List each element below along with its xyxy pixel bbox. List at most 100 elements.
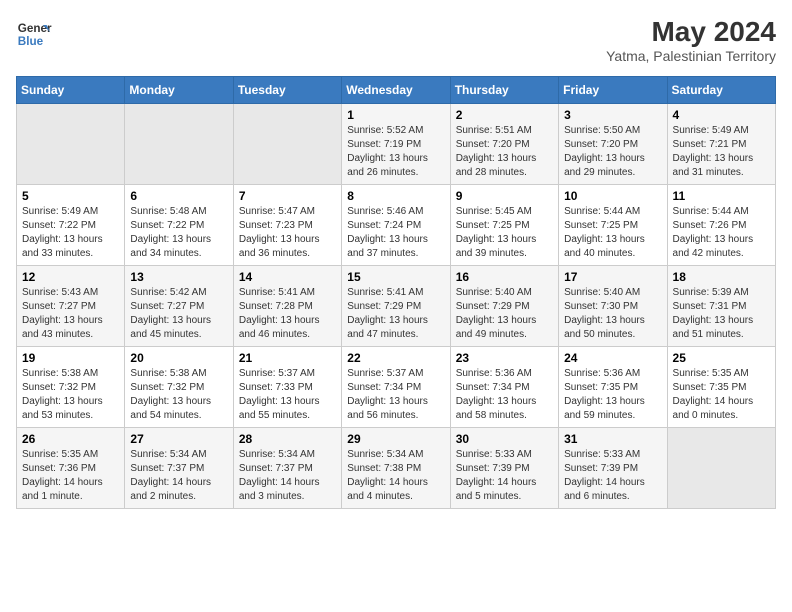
day-info: Sunrise: 5:34 AM Sunset: 7:37 PM Dayligh… <box>130 448 227 504</box>
day-info: Sunrise: 5:49 AM Sunset: 7:21 PM Dayligh… <box>673 124 770 180</box>
day-info: Sunrise: 5:44 AM Sunset: 7:25 PM Dayligh… <box>564 205 661 261</box>
day-number: 2 <box>456 108 553 122</box>
day-number: 15 <box>347 270 444 284</box>
day-number: 23 <box>456 351 553 365</box>
calendar-cell: 26Sunrise: 5:35 AM Sunset: 7:36 PM Dayli… <box>17 428 125 509</box>
day-number: 8 <box>347 189 444 203</box>
day-info: Sunrise: 5:42 AM Sunset: 7:27 PM Dayligh… <box>130 286 227 342</box>
day-number: 29 <box>347 432 444 446</box>
day-info: Sunrise: 5:48 AM Sunset: 7:22 PM Dayligh… <box>130 205 227 261</box>
day-info: Sunrise: 5:34 AM Sunset: 7:37 PM Dayligh… <box>239 448 336 504</box>
calendar-cell: 1 Sunrise: 5:52 AM Sunset: 7:19 PM Daylig… <box>342 104 450 185</box>
calendar-cell: 9Sunrise: 5:45 AM Sunset: 7:25 PM Daylig… <box>450 185 558 266</box>
calendar-cell: 8Sunrise: 5:46 AM Sunset: 7:24 PM Daylig… <box>342 185 450 266</box>
day-info: Sunrise: 5:38 AM Sunset: 7:32 PM Dayligh… <box>130 367 227 423</box>
day-number: 12 <box>22 270 119 284</box>
day-number: 22 <box>347 351 444 365</box>
day-number: 5 <box>22 189 119 203</box>
day-number: 21 <box>239 351 336 365</box>
page-header: General Blue May 2024 Yatma, Palestinian… <box>16 16 776 64</box>
day-info: Sunrise: 5:37 AM Sunset: 7:33 PM Dayligh… <box>239 367 336 423</box>
day-info: Sunrise: 5:36 AM Sunset: 7:35 PM Dayligh… <box>564 367 661 423</box>
day-info: Sunrise: 5:43 AM Sunset: 7:27 PM Dayligh… <box>22 286 119 342</box>
day-header-thursday: Thursday <box>450 77 558 104</box>
subtitle: Yatma, Palestinian Territory <box>606 48 776 64</box>
calendar-cell: 16 Sunrise: 5:40 AM Sunset: 7:29 PM Dayli… <box>450 266 558 347</box>
svg-text:Blue: Blue <box>18 35 44 48</box>
day-info: Sunrise: 5:50 AM Sunset: 7:20 PM Dayligh… <box>564 124 661 180</box>
main-title: May 2024 <box>606 16 776 48</box>
day-number: 26 <box>22 432 119 446</box>
calendar-cell: 21 Sunrise: 5:37 AM Sunset: 7:33 PM Dayli… <box>233 347 341 428</box>
calendar-cell: 22 Sunrise: 5:37 AM Sunset: 7:34 PM Dayli… <box>342 347 450 428</box>
calendar-cell: 24 Sunrise: 5:36 AM Sunset: 7:35 PM Dayli… <box>559 347 667 428</box>
calendar-header-row: SundayMondayTuesdayWednesdayThursdayFrid… <box>17 77 776 104</box>
day-header-wednesday: Wednesday <box>342 77 450 104</box>
day-info: Sunrise: 5:45 AM Sunset: 7:25 PM Dayligh… <box>456 205 553 261</box>
day-number: 11 <box>673 189 770 203</box>
calendar-cell: 25Sunrise: 5:35 AM Sunset: 7:35 PM Dayli… <box>667 347 775 428</box>
day-number: 10 <box>564 189 661 203</box>
day-info: Sunrise: 5:41 AM Sunset: 7:28 PM Dayligh… <box>239 286 336 342</box>
calendar-cell <box>17 104 125 185</box>
day-info: Sunrise: 5:34 AM Sunset: 7:38 PM Dayligh… <box>347 448 444 504</box>
day-number: 17 <box>564 270 661 284</box>
day-info: Sunrise: 5:38 AM Sunset: 7:32 PM Dayligh… <box>22 367 119 423</box>
calendar-cell: 12 Sunrise: 5:43 AM Sunset: 7:27 PM Dayli… <box>17 266 125 347</box>
day-info: Sunrise: 5:33 AM Sunset: 7:39 PM Dayligh… <box>564 448 661 504</box>
week-row-4: 19 Sunrise: 5:38 AM Sunset: 7:32 PM Dayli… <box>17 347 776 428</box>
calendar-cell <box>125 104 233 185</box>
day-info: Sunrise: 5:49 AM Sunset: 7:22 PM Dayligh… <box>22 205 119 261</box>
day-info: Sunrise: 5:40 AM Sunset: 7:30 PM Dayligh… <box>564 286 661 342</box>
calendar-cell: 29 Sunrise: 5:34 AM Sunset: 7:38 PM Dayli… <box>342 428 450 509</box>
calendar-cell: 15 Sunrise: 5:41 AM Sunset: 7:29 PM Dayli… <box>342 266 450 347</box>
calendar-cell: 18Sunrise: 5:39 AM Sunset: 7:31 PM Dayli… <box>667 266 775 347</box>
day-number: 30 <box>456 432 553 446</box>
day-header-saturday: Saturday <box>667 77 775 104</box>
calendar-body: 1 Sunrise: 5:52 AM Sunset: 7:19 PM Daylig… <box>17 104 776 509</box>
calendar-table: SundayMondayTuesdayWednesdayThursdayFrid… <box>16 76 776 509</box>
day-header-sunday: Sunday <box>17 77 125 104</box>
day-number: 24 <box>564 351 661 365</box>
day-info: Sunrise: 5:39 AM Sunset: 7:31 PM Dayligh… <box>673 286 770 342</box>
calendar-cell <box>233 104 341 185</box>
day-number: 16 <box>456 270 553 284</box>
day-number: 1 <box>347 108 444 122</box>
calendar-cell: 20 Sunrise: 5:38 AM Sunset: 7:32 PM Dayli… <box>125 347 233 428</box>
day-number: 4 <box>673 108 770 122</box>
day-info: Sunrise: 5:47 AM Sunset: 7:23 PM Dayligh… <box>239 205 336 261</box>
week-row-5: 26Sunrise: 5:35 AM Sunset: 7:36 PM Dayli… <box>17 428 776 509</box>
day-number: 6 <box>130 189 227 203</box>
calendar-cell: 17 Sunrise: 5:40 AM Sunset: 7:30 PM Dayli… <box>559 266 667 347</box>
week-row-1: 1 Sunrise: 5:52 AM Sunset: 7:19 PM Daylig… <box>17 104 776 185</box>
calendar-cell: 14Sunrise: 5:41 AM Sunset: 7:28 PM Dayli… <box>233 266 341 347</box>
week-row-3: 12 Sunrise: 5:43 AM Sunset: 7:27 PM Dayli… <box>17 266 776 347</box>
calendar-cell: 23 Sunrise: 5:36 AM Sunset: 7:34 PM Dayli… <box>450 347 558 428</box>
calendar-cell: 30 Sunrise: 5:33 AM Sunset: 7:39 PM Dayli… <box>450 428 558 509</box>
day-header-monday: Monday <box>125 77 233 104</box>
day-number: 3 <box>564 108 661 122</box>
calendar-cell: 19 Sunrise: 5:38 AM Sunset: 7:32 PM Dayli… <box>17 347 125 428</box>
day-info: Sunrise: 5:33 AM Sunset: 7:39 PM Dayligh… <box>456 448 553 504</box>
day-info: Sunrise: 5:52 AM Sunset: 7:19 PM Dayligh… <box>347 124 444 180</box>
day-number: 20 <box>130 351 227 365</box>
day-info: Sunrise: 5:41 AM Sunset: 7:29 PM Dayligh… <box>347 286 444 342</box>
calendar-cell: 3 Sunrise: 5:50 AM Sunset: 7:20 PM Daylig… <box>559 104 667 185</box>
calendar-cell: 13Sunrise: 5:42 AM Sunset: 7:27 PM Dayli… <box>125 266 233 347</box>
calendar-cell: 27Sunrise: 5:34 AM Sunset: 7:37 PM Dayli… <box>125 428 233 509</box>
calendar-cell: 5 Sunrise: 5:49 AM Sunset: 7:22 PM Daylig… <box>17 185 125 266</box>
day-info: Sunrise: 5:40 AM Sunset: 7:29 PM Dayligh… <box>456 286 553 342</box>
calendar-cell: 2Sunrise: 5:51 AM Sunset: 7:20 PM Daylig… <box>450 104 558 185</box>
calendar-cell: 10 Sunrise: 5:44 AM Sunset: 7:25 PM Dayli… <box>559 185 667 266</box>
logo: General Blue <box>16 16 52 52</box>
day-header-friday: Friday <box>559 77 667 104</box>
day-info: Sunrise: 5:44 AM Sunset: 7:26 PM Dayligh… <box>673 205 770 261</box>
day-number: 7 <box>239 189 336 203</box>
day-header-tuesday: Tuesday <box>233 77 341 104</box>
calendar-cell: 4 Sunrise: 5:49 AM Sunset: 7:21 PM Daylig… <box>667 104 775 185</box>
day-number: 19 <box>22 351 119 365</box>
day-number: 28 <box>239 432 336 446</box>
day-info: Sunrise: 5:37 AM Sunset: 7:34 PM Dayligh… <box>347 367 444 423</box>
day-number: 31 <box>564 432 661 446</box>
day-info: Sunrise: 5:36 AM Sunset: 7:34 PM Dayligh… <box>456 367 553 423</box>
